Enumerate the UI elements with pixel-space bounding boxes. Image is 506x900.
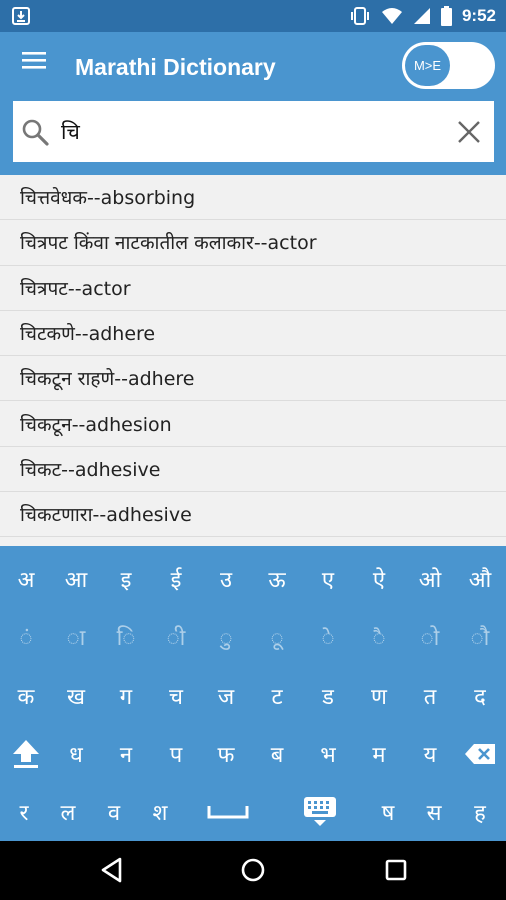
- key[interactable]: ट: [253, 667, 301, 725]
- key[interactable]: त: [406, 667, 454, 725]
- key[interactable]: स: [410, 783, 458, 841]
- key[interactable]: फ: [202, 725, 250, 783]
- key[interactable]: आ: [52, 550, 100, 608]
- key[interactable]: औ: [456, 550, 504, 608]
- key[interactable]: श: [138, 783, 182, 841]
- key[interactable]: ल: [46, 783, 90, 841]
- key[interactable]: न: [102, 725, 150, 783]
- list-item[interactable]: चिकटून--adhesion: [0, 401, 506, 447]
- space-key[interactable]: [188, 783, 268, 841]
- key[interactable]: म: [355, 725, 403, 783]
- key[interactable]: ग: [102, 667, 150, 725]
- key[interactable]: प: [152, 725, 200, 783]
- key[interactable]: ड: [304, 667, 352, 725]
- key[interactable]: व: [92, 783, 136, 841]
- hamburger-menu-icon[interactable]: [22, 50, 48, 72]
- backspace-key[interactable]: [456, 725, 504, 783]
- key[interactable]: ो: [406, 608, 454, 666]
- key[interactable]: ण: [355, 667, 403, 725]
- key[interactable]: च: [152, 667, 200, 725]
- list-item[interactable]: चिकटून राहणे--adhere: [0, 356, 506, 402]
- vibrate-icon: [350, 7, 369, 25]
- key[interactable]: ओ: [406, 550, 454, 608]
- key[interactable]: य: [406, 725, 454, 783]
- key[interactable]: ि: [102, 608, 150, 666]
- key[interactable]: ौ: [456, 608, 504, 666]
- shift-arrow-icon: [13, 740, 39, 768]
- key[interactable]: ए: [304, 550, 352, 608]
- keyboard-row-bottom: र ल व श ष स ह: [0, 783, 506, 841]
- close-icon[interactable]: [457, 120, 481, 144]
- recents-icon[interactable]: [381, 855, 411, 885]
- key[interactable]: ी: [152, 608, 200, 666]
- key[interactable]: अ: [2, 550, 50, 608]
- list-item[interactable]: चित्तवेधक--absorbing: [0, 175, 506, 221]
- status-bar: 9:52: [0, 0, 506, 32]
- key[interactable]: ई: [152, 550, 200, 608]
- key[interactable]: भ: [304, 725, 352, 783]
- battery-icon: [440, 6, 452, 26]
- key[interactable]: ह: [456, 783, 504, 841]
- key[interactable]: द: [456, 667, 504, 725]
- key[interactable]: ज: [202, 667, 250, 725]
- key[interactable]: ऊ: [253, 550, 301, 608]
- list-item[interactable]: चिकटणारा--adhesive: [0, 492, 506, 538]
- key[interactable]: उ: [202, 550, 250, 608]
- keyboard-row-consonants-2: ध न प फ ब भ म य: [0, 725, 506, 783]
- wifi-icon: [381, 8, 402, 24]
- search-box: [13, 101, 494, 162]
- list-item[interactable]: चित्रपट किंवा नाटकातील कलाकार--actor: [0, 220, 506, 266]
- list-item[interactable]: चित्रपट--actor: [0, 266, 506, 311]
- key[interactable]: ा: [52, 608, 100, 666]
- key[interactable]: ं: [2, 608, 50, 666]
- key[interactable]: क: [2, 667, 50, 725]
- keyboard-row-consonants-1: क ख ग च ज ट ड ण त द: [0, 667, 506, 725]
- key[interactable]: ख: [52, 667, 100, 725]
- search-icon: [22, 119, 49, 146]
- download-icon: [12, 7, 30, 25]
- search-input[interactable]: [61, 101, 441, 162]
- keyboard-row-vowels: अ आ इ ई उ ऊ ए ऐ ओ औ: [0, 550, 506, 608]
- navigation-bar: [0, 841, 506, 900]
- home-icon[interactable]: [238, 855, 268, 885]
- app-bar: Marathi Dictionary M>E: [0, 32, 506, 100]
- key[interactable]: ष: [364, 783, 412, 841]
- key[interactable]: र: [2, 783, 46, 841]
- results-list: चित्तवेधक--absorbing चित्रपट किंवा नाटका…: [0, 175, 506, 546]
- back-icon[interactable]: [97, 855, 127, 885]
- space-bar-icon: [207, 806, 249, 819]
- key[interactable]: ध: [52, 725, 100, 783]
- key[interactable]: ु: [202, 608, 250, 666]
- key[interactable]: ै: [355, 608, 403, 666]
- key[interactable]: इ: [102, 550, 150, 608]
- language-toggle[interactable]: M>E: [402, 42, 495, 89]
- backspace-icon: [465, 744, 495, 764]
- key[interactable]: ू: [253, 608, 301, 666]
- list-item[interactable]: चिकट--adhesive: [0, 447, 506, 493]
- keyboard-row-matras: ं ा ि ी ु ू े ै ो ौ: [0, 608, 506, 666]
- shift-key[interactable]: [2, 725, 50, 783]
- key[interactable]: ऐ: [355, 550, 403, 608]
- key[interactable]: े: [304, 608, 352, 666]
- keyboard-icon: [304, 797, 336, 826]
- keyboard-switch-key[interactable]: [290, 783, 350, 841]
- signal-icon: [413, 8, 430, 24]
- key[interactable]: ब: [253, 725, 301, 783]
- status-clock: 9:52: [461, 6, 496, 25]
- toggle-knob: M>E: [405, 45, 450, 86]
- list-item[interactable]: चिटकणे--adhere: [0, 311, 506, 357]
- app-title: Marathi Dictionary: [75, 54, 276, 80]
- devanagari-keyboard: अ आ इ ई उ ऊ ए ऐ ओ औ ं ा ि ी ु ू े ै ो ौ …: [0, 548, 506, 841]
